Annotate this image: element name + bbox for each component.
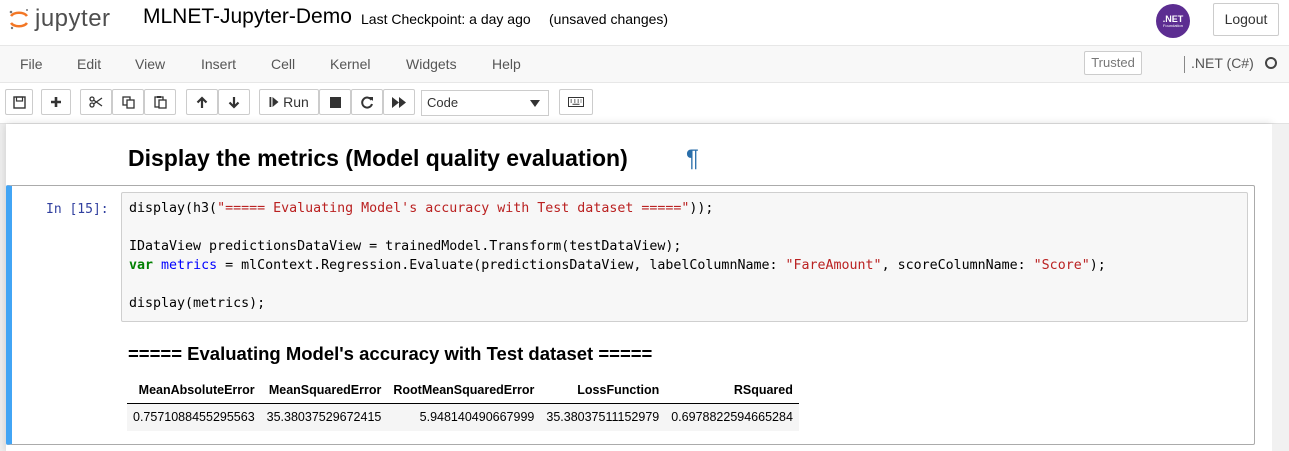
output-heading: ===== Evaluating Model's accuracy with T…: [128, 343, 653, 364]
dotnet-foundation-logo: .NET Foundation: [1156, 4, 1190, 38]
interrupt-kernel-button[interactable]: [319, 89, 351, 115]
column-header: MeanAbsoluteError: [127, 377, 261, 404]
cut-cell-button[interactable]: [80, 89, 112, 115]
save-icon: [12, 95, 26, 109]
keyboard-icon: [568, 97, 584, 107]
code-text: = mlContext.Regression.Evaluate(predicti…: [217, 258, 786, 273]
menu-edit[interactable]: Edit: [77, 56, 101, 72]
code-text: ));: [689, 201, 714, 216]
code-line-6: display(metrics);: [129, 296, 266, 311]
restart-run-all-button[interactable]: [383, 89, 415, 115]
notebook-title[interactable]: MLNET-Jupyter-Demo: [143, 5, 352, 29]
column-header: MeanSquaredError: [260, 377, 388, 404]
copy-cell-button[interactable]: [112, 89, 144, 115]
code-string: "===== Evaluating Model's accuracy with …: [217, 201, 690, 216]
menu-kernel[interactable]: Kernel: [330, 56, 370, 72]
fast-forward-icon: [392, 96, 406, 108]
chevron-down-icon: [530, 100, 540, 107]
restart-kernel-button[interactable]: [351, 89, 383, 115]
table-cell: 0.6978822594665284: [665, 403, 799, 431]
markdown-heading: Display the metrics (Model quality evalu…: [128, 145, 628, 171]
trusted-indicator[interactable]: Trusted: [1084, 51, 1142, 75]
code-line-3: IDataView predictionsDataView = trainedM…: [129, 239, 682, 254]
code-variable: metrics: [161, 258, 218, 273]
stop-icon: [329, 96, 341, 108]
arrow-up-icon: [196, 95, 208, 108]
paste-cell-button[interactable]: [144, 89, 176, 115]
table-cell: 35.38037511152979: [540, 403, 666, 431]
cell-type-value: Code: [427, 95, 459, 110]
save-button[interactable]: [5, 89, 33, 115]
command-palette-button[interactable]: [559, 89, 593, 115]
kernel-idle-icon: [1265, 57, 1277, 69]
metrics-table: MeanAbsoluteError MeanSquaredError RootM…: [127, 377, 799, 431]
insert-cell-button[interactable]: [41, 89, 71, 115]
run-button[interactable]: Run: [259, 89, 319, 115]
code-line-1: display(h3("===== Evaluating Model's acc…: [129, 201, 713, 216]
copy-icon: [121, 95, 135, 109]
cell-type-select[interactable]: Code: [421, 90, 549, 116]
jupyter-logo-icon: [9, 9, 29, 30]
logout-button[interactable]: Logout: [1213, 3, 1279, 36]
code-text: , scoreColumnName:: [881, 258, 1034, 273]
table-cell: 5.948140490667999: [387, 403, 541, 431]
kernel-name[interactable]: .NET (C#): [1191, 55, 1254, 71]
table-row: 0.7571088455295563 35.38037529672415 5.9…: [127, 403, 799, 431]
code-keyword: var: [129, 258, 154, 273]
scrollbar-thumb[interactable]: [1275, 124, 1286, 451]
column-header: RSquared: [665, 377, 799, 404]
checkpoint-status: Last Checkpoint: a day ago: [361, 11, 531, 27]
plus-icon: [51, 97, 61, 107]
menu-help[interactable]: Help: [492, 56, 521, 72]
table-header-row: MeanAbsoluteError MeanSquaredError RootM…: [127, 377, 799, 404]
menu-widgets[interactable]: Widgets: [406, 56, 457, 72]
toolbar: Run: [0, 84, 1289, 123]
code-text: display(h3(: [129, 201, 218, 216]
arrow-down-icon: [228, 96, 240, 109]
cut-icon: [89, 96, 103, 108]
run-label: Run: [283, 94, 309, 110]
autosave-status: (unsaved changes): [549, 11, 669, 27]
code-string: "Score": [1033, 258, 1090, 273]
logo-text: jupyter: [35, 5, 111, 32]
page-scrollbar[interactable]: [1272, 124, 1289, 451]
input-prompt: In [15]:: [46, 202, 109, 217]
restart-icon: [360, 96, 373, 108]
code-string: "FareAmount": [785, 258, 882, 273]
menu-view[interactable]: View: [135, 56, 165, 72]
anchor-link[interactable]: ¶: [686, 145, 699, 173]
move-cell-up-button[interactable]: [186, 89, 218, 115]
menu-insert[interactable]: Insert: [201, 56, 236, 72]
move-cell-down-button[interactable]: [218, 89, 250, 115]
menu-file[interactable]: File: [20, 56, 43, 72]
table-cell: 35.38037529672415: [260, 403, 388, 431]
code-line-4: var metrics = mlContext.Regression.Evalu…: [129, 258, 1106, 273]
code-text: );: [1089, 258, 1106, 273]
dotnet-logo-subtext: Foundation: [1162, 23, 1183, 28]
column-header: LossFunction: [540, 377, 666, 404]
jupyter-logo[interactable]: jupyter: [8, 5, 128, 32]
kernel-separator: [1184, 56, 1185, 73]
step-forward-icon: [269, 97, 279, 107]
paste-icon: [153, 96, 167, 109]
table-cell: 0.7571088455295563: [127, 403, 261, 431]
column-header: RootMeanSquaredError: [387, 377, 541, 404]
menu-cell[interactable]: Cell: [271, 56, 295, 72]
